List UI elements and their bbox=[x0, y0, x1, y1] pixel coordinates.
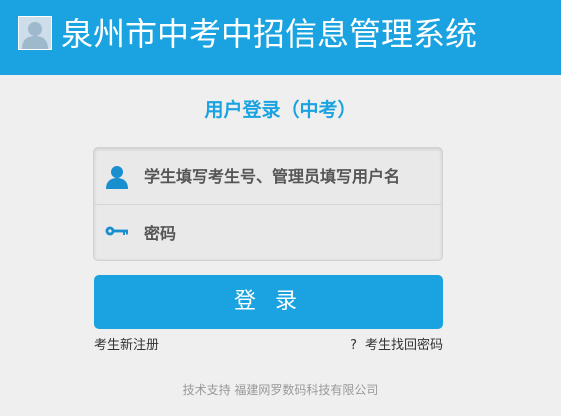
password-field[interactable]: 密码 bbox=[94, 205, 442, 261]
user-avatar-icon bbox=[18, 16, 52, 50]
app-header: 泉州市中考中招信息管理系统 bbox=[0, 0, 561, 75]
forgot-password-link[interactable]: ? 考生找回密码 bbox=[350, 337, 443, 355]
login-button[interactable]: 登 录 bbox=[94, 275, 443, 329]
app-title: 泉州市中考中招信息管理系统 bbox=[61, 15, 478, 53]
username-placeholder: 学生填写考生号、管理员填写用户名 bbox=[144, 167, 401, 186]
footer-support: 技术支持 福建网罗数码科技有限公司 bbox=[182, 383, 379, 397]
register-link[interactable]: 考生新注册 bbox=[94, 337, 159, 355]
username-field[interactable]: 学生填写考生号、管理员填写用户名 bbox=[94, 148, 442, 204]
forgot-password-label: 考生找回密码 bbox=[364, 338, 443, 353]
user-icon bbox=[104, 164, 130, 190]
key-icon bbox=[104, 221, 130, 247]
password-placeholder: 密码 bbox=[144, 224, 177, 243]
login-form: 学生填写考生号、管理员填写用户名 密码 bbox=[93, 147, 443, 261]
help-icon: ? bbox=[350, 338, 357, 353]
login-title: 用户登录（中考） bbox=[204, 99, 357, 121]
